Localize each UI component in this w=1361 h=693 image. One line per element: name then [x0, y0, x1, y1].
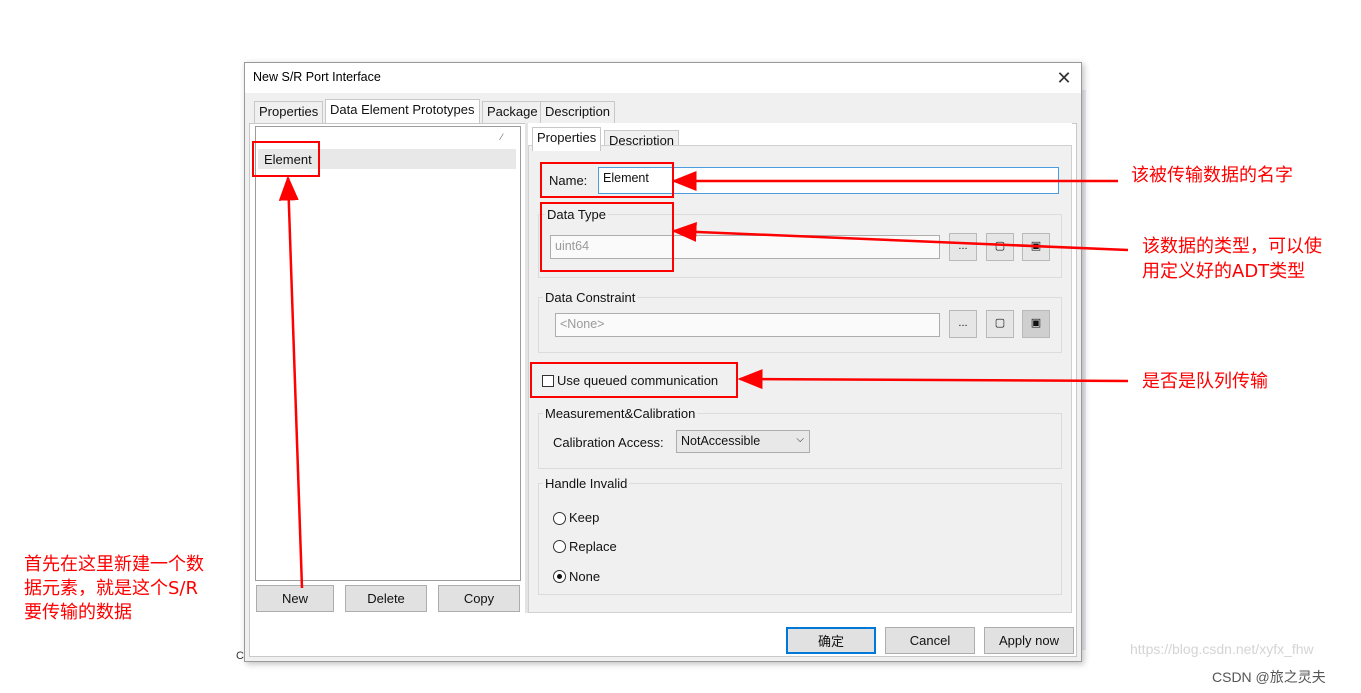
note-new-1: 首先在这里新建一个数 [24, 554, 204, 575]
arrow-queued [737, 369, 1129, 390]
csdn-watermark: CSDN @旅之灵夫 [1212, 669, 1326, 685]
note-new-2: 据元素，就是这个S/R [24, 578, 198, 599]
note-name: 该被传输数据的名字 [1131, 165, 1293, 186]
note-type-1: 该数据的类型，可以使 [1142, 236, 1322, 257]
tab-data-element-prototypes[interactable]: Data Element Prototypes [325, 99, 480, 123]
note-new-3: 要传输的数据 [24, 602, 132, 623]
arrow-data-type [671, 221, 1129, 252]
arrow-new [278, 175, 304, 589]
note-type-2: 用定义好的ADT类型 [1142, 261, 1306, 282]
blog-watermark: https://blog.csdn.net/xyfx_fhw [1130, 641, 1314, 657]
inner-tab-properties[interactable]: Properties [532, 127, 602, 151]
note-queued: 是否是队列传输 [1142, 371, 1268, 392]
annotation-arrows [278, 171, 1129, 589]
